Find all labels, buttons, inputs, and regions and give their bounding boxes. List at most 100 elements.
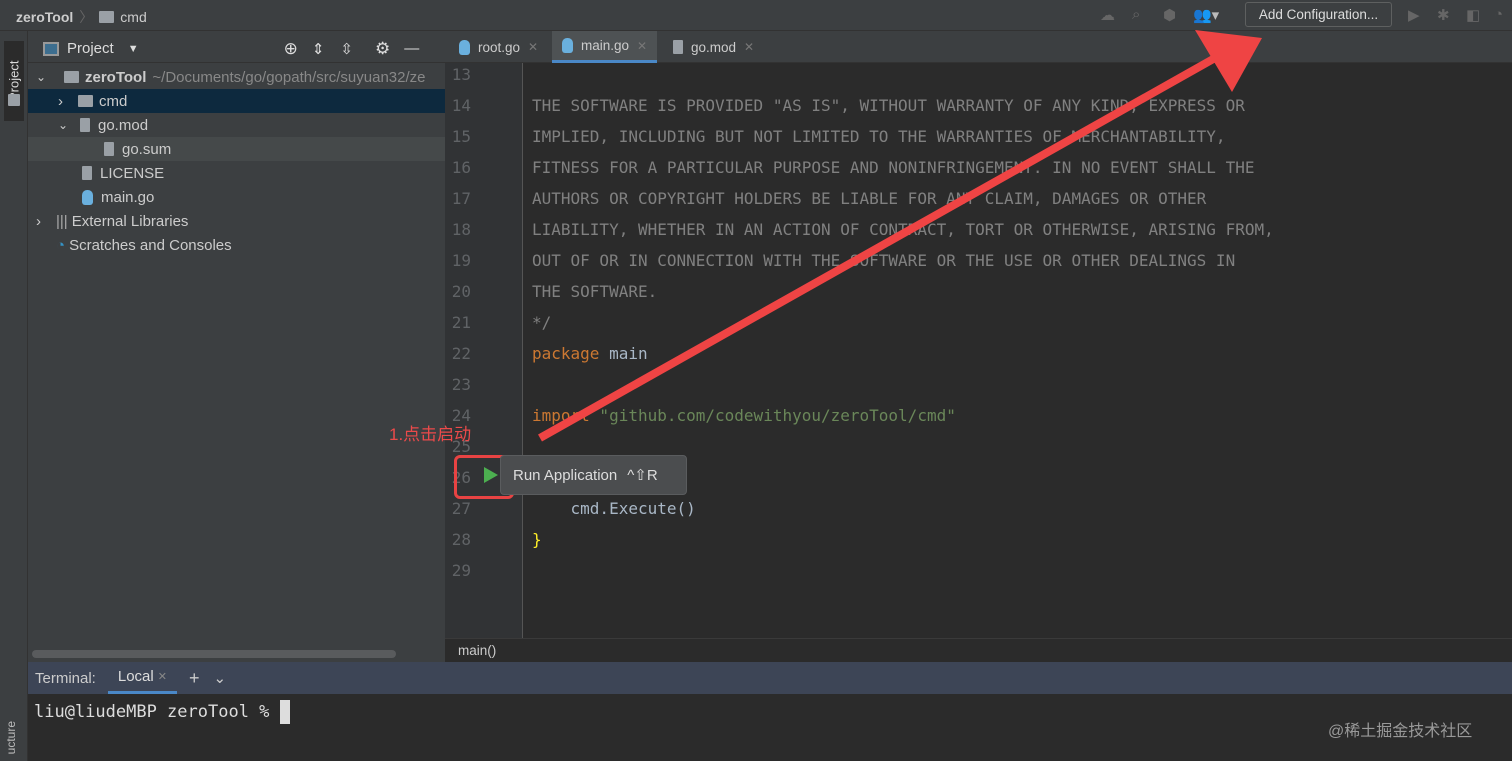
- run-gutter-icon[interactable]: [484, 467, 498, 483]
- code-line: package main: [532, 344, 648, 363]
- project-tool-button[interactable]: Project: [4, 41, 24, 121]
- close-icon[interactable]: ✕: [528, 40, 538, 54]
- users-icon[interactable]: 👥▾: [1193, 6, 1219, 24]
- chevron-right-icon: ›: [58, 92, 63, 110]
- breadcrumb-folder[interactable]: cmd: [120, 9, 146, 25]
- code-token: cmd.: [532, 499, 610, 518]
- file-icon: [104, 142, 114, 156]
- add-configuration-button[interactable]: Add Configuration...: [1245, 2, 1392, 27]
- chevron-right-icon: ›: [36, 212, 41, 230]
- search-icon[interactable]: ⌕: [1132, 6, 1140, 23]
- code-token: main: [599, 344, 648, 363]
- line-number: 18: [451, 220, 471, 239]
- hide-icon[interactable]: —: [404, 40, 419, 57]
- chevron-down-icon[interactable]: ▼: [128, 43, 139, 55]
- structure-tool-button[interactable]: ucture: [4, 721, 18, 754]
- code-breadcrumb[interactable]: main(): [445, 638, 1512, 662]
- go-file-icon: [82, 189, 93, 205]
- breadcrumb-project[interactable]: zeroTool: [16, 9, 73, 25]
- code-token: THE SOFTWARE IS PROVIDED "AS IS", WITHOU…: [532, 96, 1245, 115]
- tree-label: main.go: [101, 188, 155, 206]
- go-file-icon: [459, 39, 470, 55]
- terminal-header: Terminal: Local ✕ + ⌄: [28, 662, 1512, 694]
- code-line: cmd.Execute(): [532, 499, 696, 518]
- locate-icon[interactable]: ⊕: [284, 39, 298, 59]
- tooltip-shortcut: ^⇧R: [627, 467, 658, 484]
- close-icon[interactable]: ✕: [637, 39, 647, 53]
- terminal-output[interactable]: liu@liudeMBP zeroTool %: [28, 694, 1512, 761]
- code-token: import: [532, 406, 590, 425]
- project-path: ~/Documents/go/gopath/src/suyuan32/ze: [152, 68, 426, 86]
- code-line: THE SOFTWARE IS PROVIDED "AS IS", WITHOU…: [532, 96, 1245, 115]
- folder-icon: [78, 95, 93, 107]
- terminal-title: Terminal:: [35, 669, 96, 687]
- close-icon[interactable]: ✕: [158, 670, 167, 683]
- chevron-down-icon[interactable]: ⌄: [213, 669, 226, 687]
- tab-main-go[interactable]: main.go ✕: [552, 31, 658, 63]
- code-token: Execute: [609, 499, 677, 518]
- plus-icon[interactable]: +: [189, 668, 200, 689]
- debug-icon[interactable]: ✱: [1437, 6, 1450, 24]
- code-line: */: [532, 313, 551, 332]
- run-icon[interactable]: ▶: [1408, 6, 1420, 24]
- terminal-prompt: liu@liudeMBP zeroTool %: [34, 702, 280, 722]
- tab-root-go[interactable]: root.go ✕: [449, 31, 548, 63]
- code-editor[interactable]: 13 14 THE SOFTWARE IS PROVIDED "AS IS", WI…: [445, 63, 1512, 638]
- tree-label: Scratches and Consoles: [69, 236, 232, 254]
- terminal-tab-local[interactable]: Local ✕: [107, 662, 177, 694]
- expand-all-icon[interactable]: ⇕: [312, 40, 325, 58]
- line-number: 16: [451, 158, 471, 177]
- tree-label: go.sum: [122, 140, 172, 158]
- title-bar: zeroTool 〉 cmd ☁ ⌕ ⬢ 👥▾ Add Configuration…: [0, 0, 1512, 31]
- code-token: LIABILITY, WHETHER IN AN ACTION OF CONTR…: [532, 220, 1274, 239]
- tree-item-main-go[interactable]: main.go: [28, 185, 445, 209]
- tab-go-mod[interactable]: go.mod ✕: [663, 31, 764, 63]
- tooltip-label: Run Application: [513, 466, 618, 484]
- tree-item-external-libraries[interactable]: › ||| External Libraries: [28, 209, 445, 233]
- tree-label: External Libraries: [71, 212, 189, 230]
- file-icon: [673, 40, 683, 54]
- tree-label: go.mod: [98, 116, 149, 134]
- horizontal-scrollbar[interactable]: [32, 650, 396, 658]
- line-number: 17: [451, 189, 471, 208]
- collapse-all-icon[interactable]: ⇳: [340, 40, 353, 58]
- hexagon-icon[interactable]: ⬢: [1163, 6, 1176, 24]
- tree-item-license[interactable]: LICENSE: [28, 161, 445, 185]
- code-token: THE SOFTWARE.: [532, 282, 658, 301]
- line-number: 29: [451, 561, 471, 580]
- library-icon: |||: [56, 212, 68, 230]
- code-line: FITNESS FOR A PARTICULAR PURPOSE AND NON…: [532, 158, 1254, 177]
- line-number: 20: [451, 282, 471, 301]
- cursor: [279, 700, 290, 724]
- tree-item-scratches[interactable]: ◔ Scratches and Consoles: [28, 233, 445, 257]
- close-icon[interactable]: ✕: [744, 40, 754, 54]
- tab-label: root.go: [478, 39, 521, 55]
- coverage-icon[interactable]: ◧: [1466, 6, 1480, 24]
- code-token: OUT OF OR IN CONNECTION WITH THE SOFTWAR…: [532, 251, 1236, 270]
- code-line: LIABILITY, WHETHER IN AN ACTION OF CONTR…: [532, 220, 1274, 239]
- navigation-breadcrumb: zeroTool 〉 cmd: [16, 9, 147, 25]
- tree-item-go-sum[interactable]: go.sum: [28, 137, 445, 161]
- annotation-text: 1.点击启动: [389, 425, 472, 444]
- line-number: 15: [451, 127, 471, 146]
- profile-icon[interactable]: ◔: [1494, 6, 1503, 23]
- run-tooltip[interactable]: Run Application ^⇧R: [500, 455, 687, 495]
- file-icon: [80, 118, 90, 132]
- code-token: (): [676, 499, 696, 518]
- gear-icon[interactable]: ⚙: [375, 39, 390, 59]
- code-token: "github.com/codewithyou/zeroTool/cmd": [589, 406, 956, 425]
- project-view-icon: [43, 41, 59, 56]
- tree-item-zerotool[interactable]: ⌄ zeroTool ~/Documents/go/gopath/src/suyua…: [28, 65, 445, 89]
- code-line: IMPLIED, INCLUDING BUT NOT LIMITED TO TH…: [532, 127, 1226, 146]
- line-number: 22: [451, 344, 471, 363]
- code-line: OUT OF OR IN CONNECTION WITH THE SOFTWAR…: [532, 251, 1235, 270]
- tree-label: cmd: [99, 92, 128, 110]
- folder-icon: [64, 71, 79, 83]
- cloud-icon[interactable]: ☁: [1100, 6, 1115, 24]
- tree-item-go-mod[interactable]: ⌄ go.mod: [28, 113, 445, 137]
- editor-tabs: root.go ✕ main.go ✕ go.mod ✕: [445, 31, 1512, 63]
- tree-item-cmd[interactable]: › cmd: [28, 89, 445, 113]
- project-view-selector[interactable]: Project: [67, 40, 114, 57]
- tab-label: Local: [117, 668, 154, 685]
- folder-icon: [8, 94, 20, 106]
